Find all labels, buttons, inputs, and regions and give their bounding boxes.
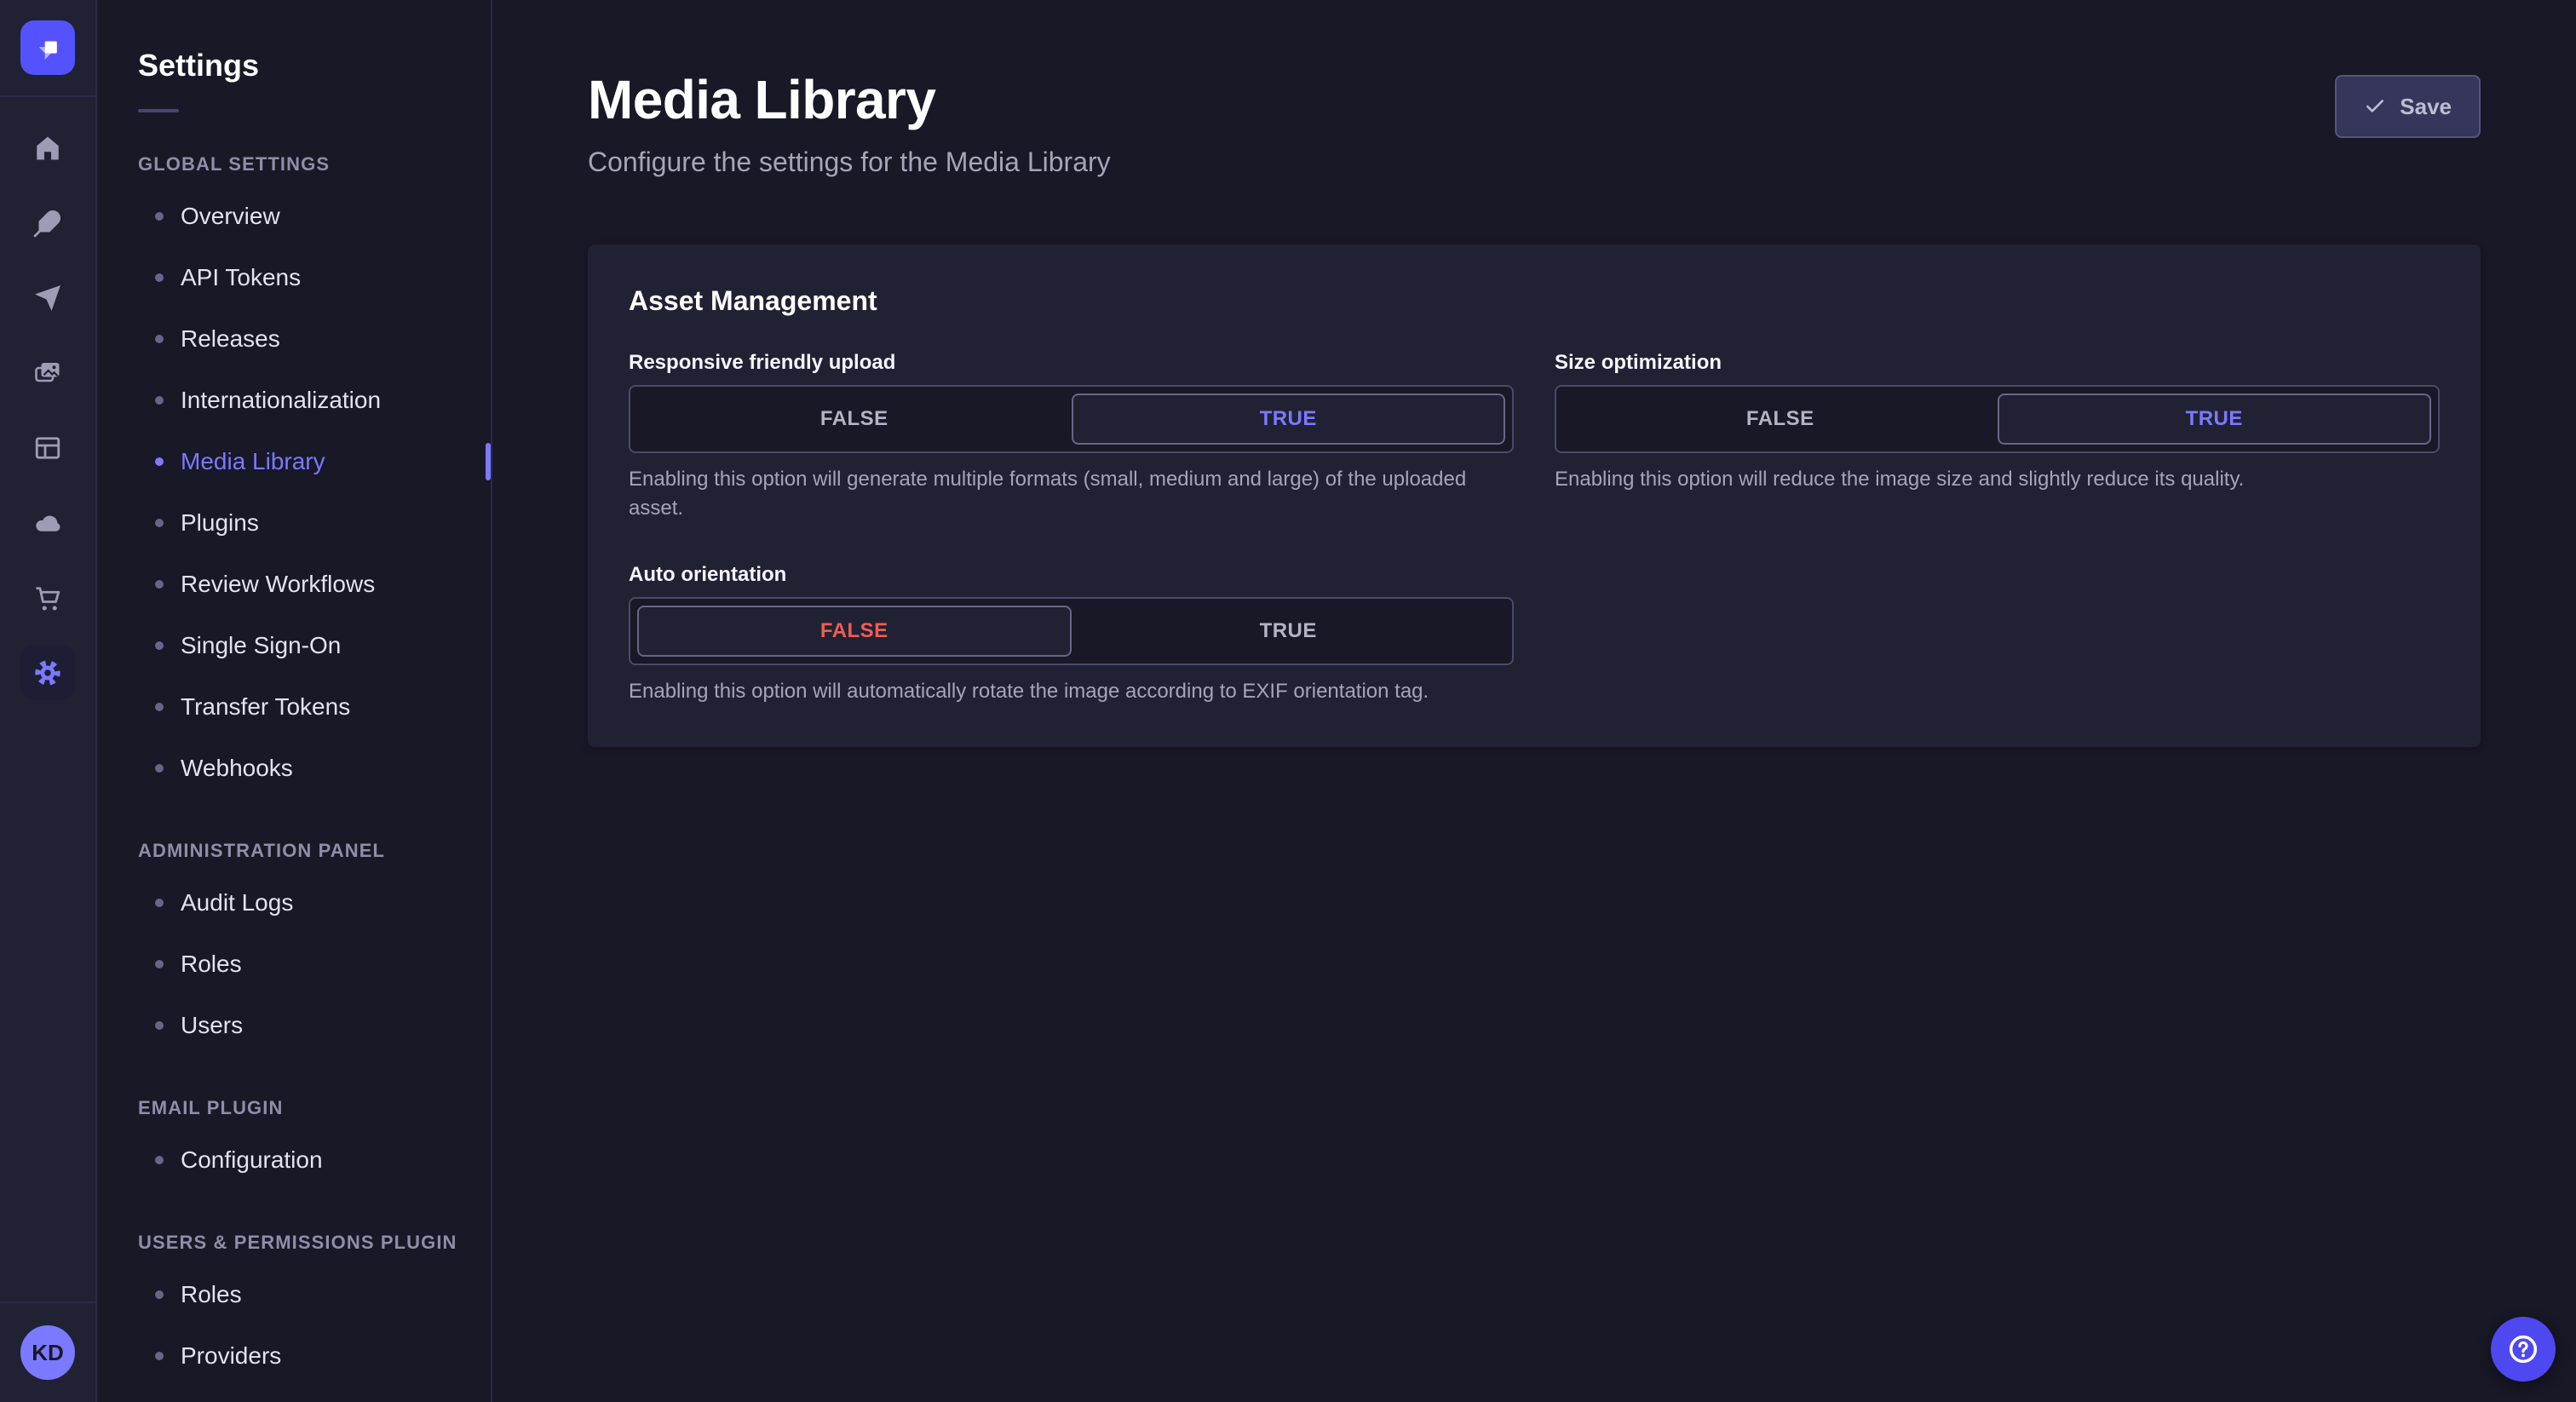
responsive-friendly-upload-toggle: FALSE TRUE	[629, 385, 1514, 453]
section-label: ADMINISTRATION PANEL	[138, 840, 386, 861]
check-icon	[2366, 100, 2384, 112]
bullet-icon	[155, 457, 164, 466]
sidebar-item-single-sign-on[interactable]: Single Sign-On	[138, 615, 491, 676]
bullet-icon	[155, 641, 164, 650]
bullet-icon	[155, 1352, 164, 1360]
sidebar-item-email-configuration[interactable]: Configuration	[138, 1129, 491, 1191]
field-hint: Enabling this option will reduce the ima…	[1555, 468, 2245, 491]
toggle-option-true[interactable]: TRUE	[1072, 606, 1506, 657]
field-label: Size optimization	[1555, 351, 1722, 374]
gear-icon[interactable]	[20, 646, 75, 700]
settings-subnav: Settings GLOBAL SETTINGS Overview API To…	[97, 0, 492, 1402]
field-label: Auto orientation	[629, 563, 787, 587]
field-size-optimization: Size optimization FALSE TRUE Enabling th…	[1555, 351, 2440, 522]
feather-icon[interactable]	[20, 196, 75, 250]
subnav-rule	[138, 109, 179, 112]
sidebar-item-api-tokens[interactable]: API Tokens	[138, 247, 491, 308]
layout-icon[interactable]	[20, 421, 75, 475]
main-content: Media Library Configure the settings for…	[492, 0, 2576, 1402]
section-administration-panel: ADMINISTRATION PANEL Audit Logs Roles Us…	[138, 840, 491, 1056]
sidebar-item-audit-logs[interactable]: Audit Logs	[138, 872, 491, 934]
auto-orientation-toggle: FALSE TRUE	[629, 597, 1514, 666]
icon-rail: KD	[0, 0, 97, 1402]
section-label: EMAIL PLUGIN	[138, 1097, 284, 1118]
toggle-option-false[interactable]: FALSE	[1563, 394, 1998, 445]
strapi-admin-app: KD Settings GLOBAL SETTINGS Overview API…	[0, 0, 2576, 1402]
page-subtitle: Configure the settings for the Media Lib…	[588, 147, 1111, 177]
question-mark-icon	[2509, 1335, 2538, 1364]
size-optimization-toggle: FALSE TRUE	[1555, 385, 2440, 453]
field-auto-orientation: Auto orientation FALSE TRUE Enabling thi…	[629, 563, 1514, 706]
sidebar-item-webhooks[interactable]: Webhooks	[138, 738, 491, 799]
section-label: USERS & PERMISSIONS PLUGIN	[138, 1232, 457, 1253]
settings-grid: Responsive friendly upload FALSE TRUE En…	[629, 351, 2440, 706]
home-icon[interactable]	[20, 121, 75, 175]
bullet-icon	[155, 703, 164, 711]
toggle-option-true[interactable]: TRUE	[1071, 394, 1505, 445]
cloud-icon[interactable]	[20, 496, 75, 550]
bullet-icon	[155, 1290, 164, 1299]
section-label: GLOBAL SETTINGS	[138, 153, 331, 175]
section-users-permissions-plugin: USERS & PERMISSIONS PLUGIN Roles Provide…	[138, 1232, 491, 1387]
bullet-icon	[155, 899, 164, 907]
sidebar-item-releases[interactable]: Releases	[138, 308, 491, 370]
rail-divider	[0, 1301, 95, 1303]
field-hint: Enabling this option will generate multi…	[629, 468, 1467, 520]
sidebar-item-review-workflows[interactable]: Review Workflows	[138, 554, 491, 615]
bullet-icon	[155, 519, 164, 527]
section-email-plugin: EMAIL PLUGIN Configuration	[138, 1097, 491, 1191]
sidebar-item-overview[interactable]: Overview	[138, 186, 491, 247]
bullet-icon	[155, 335, 164, 343]
sidebar-item-media-library[interactable]: Media Library	[138, 431, 491, 492]
bullet-icon	[155, 1021, 164, 1030]
sidebar-item-up-roles[interactable]: Roles	[138, 1264, 491, 1325]
bullet-icon	[155, 764, 164, 773]
asset-management-card: Asset Management Responsive friendly upl…	[588, 244, 2481, 747]
sidebar-item-up-providers[interactable]: Providers	[138, 1325, 491, 1387]
toggle-option-true[interactable]: TRUE	[1997, 394, 2431, 445]
sidebar-item-plugins[interactable]: Plugins	[138, 492, 491, 554]
cart-icon[interactable]	[20, 571, 75, 625]
save-button[interactable]: Save	[2335, 75, 2481, 138]
toggle-option-false[interactable]: FALSE	[637, 606, 1072, 658]
page-header: Media Library Configure the settings for…	[588, 0, 2481, 178]
strapi-logo[interactable]	[20, 20, 75, 75]
sidebar-item-transfer-tokens[interactable]: Transfer Tokens	[138, 676, 491, 738]
user-avatar[interactable]: KD	[20, 1325, 75, 1380]
subnav-title: Settings	[138, 48, 260, 83]
rail-bottom: KD	[0, 1301, 95, 1402]
paper-plane-icon[interactable]	[20, 271, 75, 325]
help-button[interactable]	[2491, 1317, 2556, 1382]
field-responsive-friendly-upload: Responsive friendly upload FALSE TRUE En…	[629, 351, 1514, 522]
bullet-icon	[155, 1156, 164, 1164]
card-title: Asset Management	[629, 285, 877, 316]
toggle-option-false[interactable]: FALSE	[637, 394, 1072, 445]
page-header-text: Media Library Configure the settings for…	[588, 68, 1111, 178]
sidebar-item-internationalization[interactable]: Internationalization	[138, 370, 491, 431]
section-global-settings: GLOBAL SETTINGS Overview API Tokens Rele…	[138, 153, 491, 799]
field-hint: Enabling this option will automatically …	[629, 680, 1429, 704]
field-label: Responsive friendly upload	[629, 351, 896, 374]
bullet-icon	[155, 212, 164, 221]
bullet-icon	[155, 396, 164, 405]
bullet-icon	[155, 960, 164, 968]
rail-divider	[0, 95, 95, 97]
sidebar-item-admin-users[interactable]: Users	[138, 995, 491, 1056]
save-button-label: Save	[2400, 93, 2452, 119]
rail-nav	[20, 121, 75, 700]
strapi-logo-glyph	[38, 41, 57, 60]
sidebar-item-admin-roles[interactable]: Roles	[138, 934, 491, 995]
bullet-icon	[155, 273, 164, 282]
bullet-icon	[155, 580, 164, 589]
page-title: Media Library	[588, 69, 936, 130]
media-images-icon[interactable]	[20, 346, 75, 400]
